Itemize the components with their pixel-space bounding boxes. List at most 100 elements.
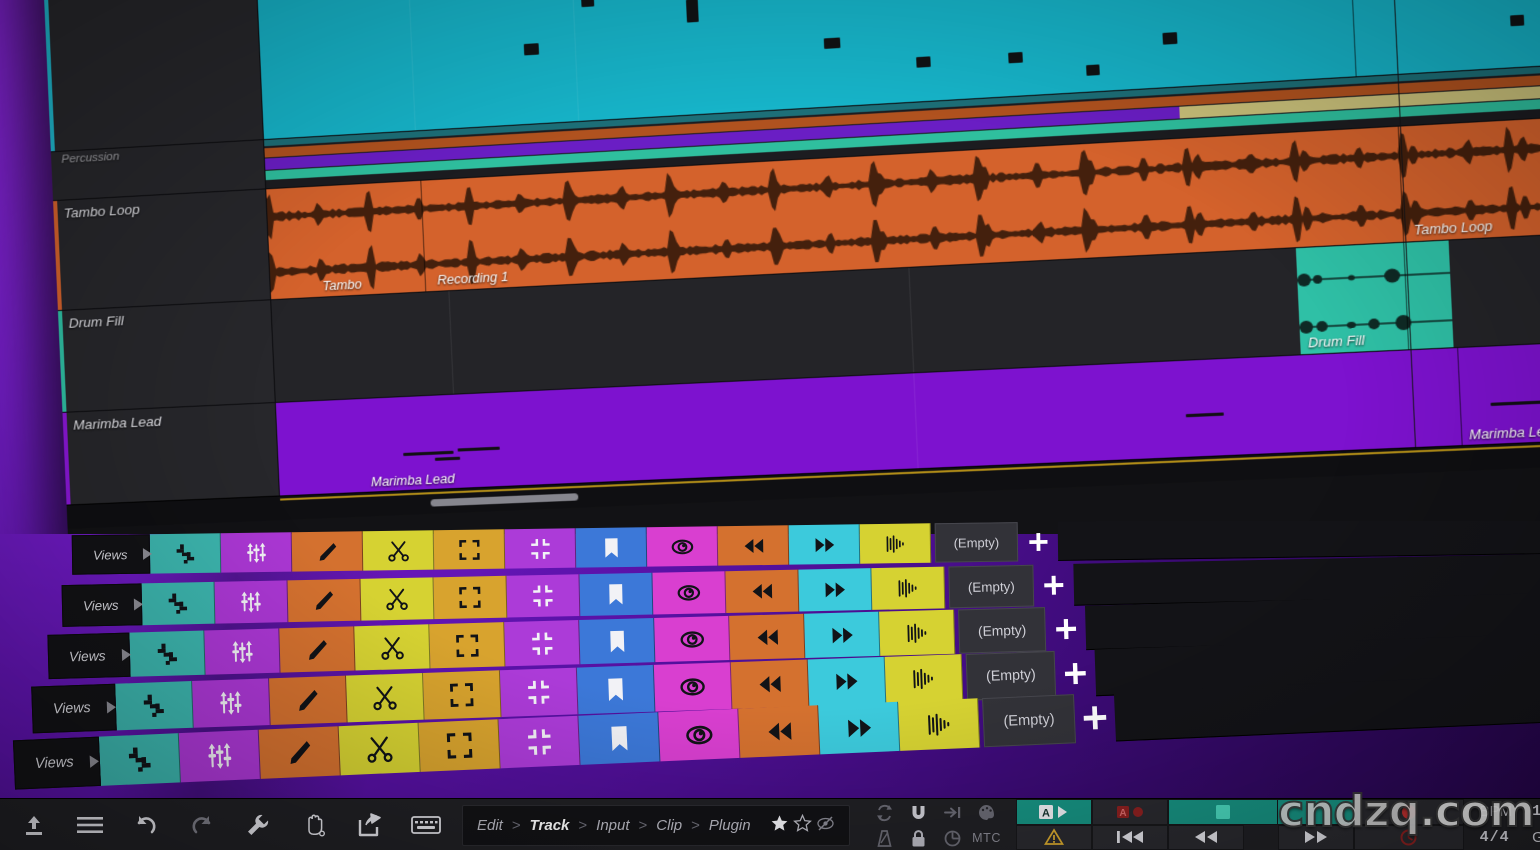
midi-note[interactable] — [823, 37, 841, 49]
forward-button[interactable] — [807, 656, 887, 707]
empty-slot[interactable]: (Empty) — [958, 607, 1047, 654]
midi-note[interactable] — [581, 0, 595, 8]
midi-note[interactable] — [1162, 31, 1178, 45]
forward-button[interactable] — [804, 611, 881, 658]
midi-note[interactable] — [523, 42, 540, 56]
breadcrumb-item-clip[interactable]: Clip — [656, 817, 682, 834]
star-outline-icon[interactable] — [792, 813, 812, 837]
track-header[interactable]: Marimba Lead — [62, 402, 281, 507]
arrangement-surface[interactable]: 91011121314 Keys Percussion — [41, 0, 1540, 534]
views-button[interactable]: Views — [71, 534, 153, 575]
collapse-button[interactable] — [499, 667, 579, 717]
rewind-button[interactable] — [1167, 824, 1244, 850]
scissors-button[interactable] — [338, 722, 421, 776]
bookmark-button[interactable] — [579, 572, 654, 617]
collapse-button[interactable] — [498, 715, 581, 769]
keyboard-icon[interactable] — [398, 799, 454, 850]
empty-slot[interactable]: (Empty) — [934, 522, 1019, 563]
rewind-button[interactable] — [738, 705, 821, 758]
views-button[interactable]: Views — [61, 583, 144, 627]
pencil-button[interactable] — [279, 626, 356, 673]
midi-note[interactable] — [1008, 52, 1023, 64]
stop-button[interactable] — [1167, 799, 1278, 825]
wrench-icon[interactable] — [230, 799, 286, 850]
palette-icon[interactable] — [977, 803, 996, 822]
crop-button[interactable] — [98, 733, 181, 786]
mixer-button[interactable] — [204, 628, 281, 675]
empty-slot[interactable]: (Empty) — [965, 650, 1057, 701]
collapse-button[interactable] — [504, 528, 577, 569]
bookmark-button[interactable] — [579, 617, 656, 665]
rewind-button[interactable] — [729, 613, 806, 661]
crop-button[interactable] — [115, 681, 194, 731]
scissors-button[interactable] — [362, 530, 435, 571]
breadcrumb-item-edit[interactable]: Edit — [477, 817, 503, 834]
waveform-button[interactable] — [879, 609, 956, 656]
add-button[interactable] — [1018, 522, 1059, 562]
menu-icon[interactable] — [62, 799, 118, 850]
clip-midi[interactable]: Drum Fill — [1295, 240, 1454, 355]
add-button[interactable] — [1033, 564, 1074, 607]
magnet-icon[interactable] — [909, 803, 928, 822]
crop-button[interactable] — [149, 533, 222, 574]
midi-note[interactable] — [1510, 14, 1525, 27]
add-button[interactable] — [1074, 692, 1116, 743]
track-header[interactable]: Tambo Loop — [53, 189, 272, 312]
rewind-button[interactable] — [717, 525, 790, 566]
bpm-value-col[interactable]: 131.00 Gmin — [1522, 799, 1540, 850]
redo-icon[interactable] — [174, 799, 230, 850]
empty-slot[interactable]: (Empty) — [982, 694, 1077, 748]
midi-note[interactable] — [1086, 64, 1100, 76]
eye-button[interactable] — [652, 571, 727, 615]
bookmark-button[interactable] — [576, 664, 656, 715]
horizontal-scrollbar-thumb[interactable] — [430, 493, 579, 507]
record-button[interactable] — [1353, 799, 1464, 825]
rewind-button[interactable] — [730, 659, 810, 709]
play-arm-button[interactable]: A — [1015, 799, 1092, 825]
stop-button-ext[interactable] — [1277, 799, 1354, 825]
mixer-button[interactable] — [214, 580, 289, 624]
tab-icon[interactable] — [943, 803, 962, 822]
track-header[interactable]: Drum Fill — [57, 300, 276, 413]
collapse-button[interactable] — [504, 620, 581, 667]
add-button[interactable] — [1055, 650, 1097, 698]
pencil-button[interactable] — [287, 578, 362, 623]
record-arm-button[interactable]: A — [1091, 799, 1168, 825]
expand-button[interactable] — [433, 575, 508, 620]
views-button[interactable]: Views — [31, 683, 117, 734]
expand-button[interactable] — [422, 670, 502, 720]
lock-icon[interactable] — [910, 829, 927, 848]
views-button[interactable]: Views — [12, 736, 101, 790]
waveform-button[interactable] — [871, 566, 946, 610]
breadcrumb-item-plugin[interactable]: Plugin — [709, 817, 751, 834]
waveform-button[interactable] — [898, 698, 981, 751]
eye-button[interactable] — [658, 708, 741, 762]
expand-button[interactable] — [433, 529, 506, 570]
rewind-button[interactable] — [725, 569, 800, 613]
forward-button[interactable] — [1277, 824, 1354, 850]
hide-icon[interactable] — [816, 814, 835, 837]
bookmark-button[interactable] — [578, 712, 661, 765]
loop-record-button[interactable] — [1353, 824, 1464, 850]
hand-icon[interactable] — [286, 799, 342, 850]
collapse-button[interactable] — [506, 574, 581, 618]
forward-button[interactable] — [788, 524, 861, 565]
track-header[interactable]: Keys — [43, 0, 265, 153]
bookmark-button[interactable] — [575, 527, 648, 568]
bpm-readout[interactable]: BPM 4/4 — [1470, 799, 1523, 850]
mixer-button[interactable] — [192, 678, 271, 728]
forward-button[interactable] — [798, 568, 873, 612]
metronome-icon[interactable] — [876, 829, 893, 848]
mixer-button[interactable] — [220, 532, 293, 573]
midi-note[interactable] — [916, 55, 931, 68]
expand-button[interactable] — [418, 719, 501, 772]
star-filled-icon[interactable] — [770, 814, 789, 837]
pencil-button[interactable] — [269, 675, 348, 726]
forward-button[interactable] — [818, 701, 901, 755]
scissors-button[interactable] — [354, 624, 431, 671]
loop-icon[interactable] — [875, 803, 894, 822]
undo-icon[interactable] — [118, 799, 174, 850]
empty-slot[interactable]: (Empty) — [948, 564, 1035, 609]
breadcrumb-item-track[interactable]: Track — [530, 817, 570, 834]
add-button[interactable] — [1045, 606, 1086, 651]
